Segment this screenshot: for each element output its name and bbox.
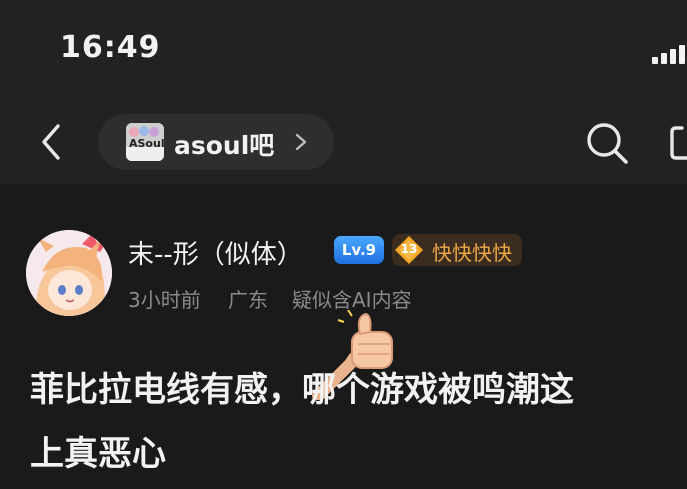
share-icon — [670, 126, 687, 160]
chevron-right-icon — [295, 133, 307, 151]
post-title-line-1: 菲比拉电线有感，哪个游戏被鸣潮这 — [30, 370, 574, 410]
fan-level: 13 — [400, 242, 418, 256]
post-title-line-2: 上真恶心 — [30, 434, 166, 474]
post-time: 3小时前 — [128, 288, 201, 312]
fan-title: 快快快快 — [432, 241, 512, 265]
status-time: 16:49 — [60, 30, 161, 65]
chevron-left-icon — [42, 124, 60, 160]
ai-content-flag: 疑似含AI内容 — [292, 288, 412, 312]
share-button[interactable] — [668, 122, 687, 164]
post-title[interactable]: 菲比拉电线有感，哪个游戏被鸣潮这 上真恶心 — [30, 358, 687, 486]
search-button[interactable] — [584, 120, 630, 166]
fan-badge: 13 快快快快 — [392, 234, 522, 266]
status-bar: 16:49 — [0, 0, 687, 100]
signal-icon — [652, 44, 687, 64]
author-avatar[interactable] — [26, 230, 112, 316]
forum-entry-button[interactable]: ASoul asoul吧 — [98, 114, 334, 170]
nav-bar: ASoul asoul吧 — [0, 100, 687, 184]
search-icon — [587, 123, 628, 164]
post-location: 广东 — [228, 288, 268, 312]
forum-name: asoul吧 — [174, 131, 275, 160]
forum-logo-text: ASoul — [129, 137, 164, 150]
author-name[interactable]: 末--形（似体） — [128, 234, 303, 271]
forum-logo: ASoul — [126, 123, 164, 161]
back-button[interactable] — [36, 122, 68, 162]
avatar-image — [26, 230, 112, 316]
level-badge: Lv.9 — [334, 236, 384, 264]
